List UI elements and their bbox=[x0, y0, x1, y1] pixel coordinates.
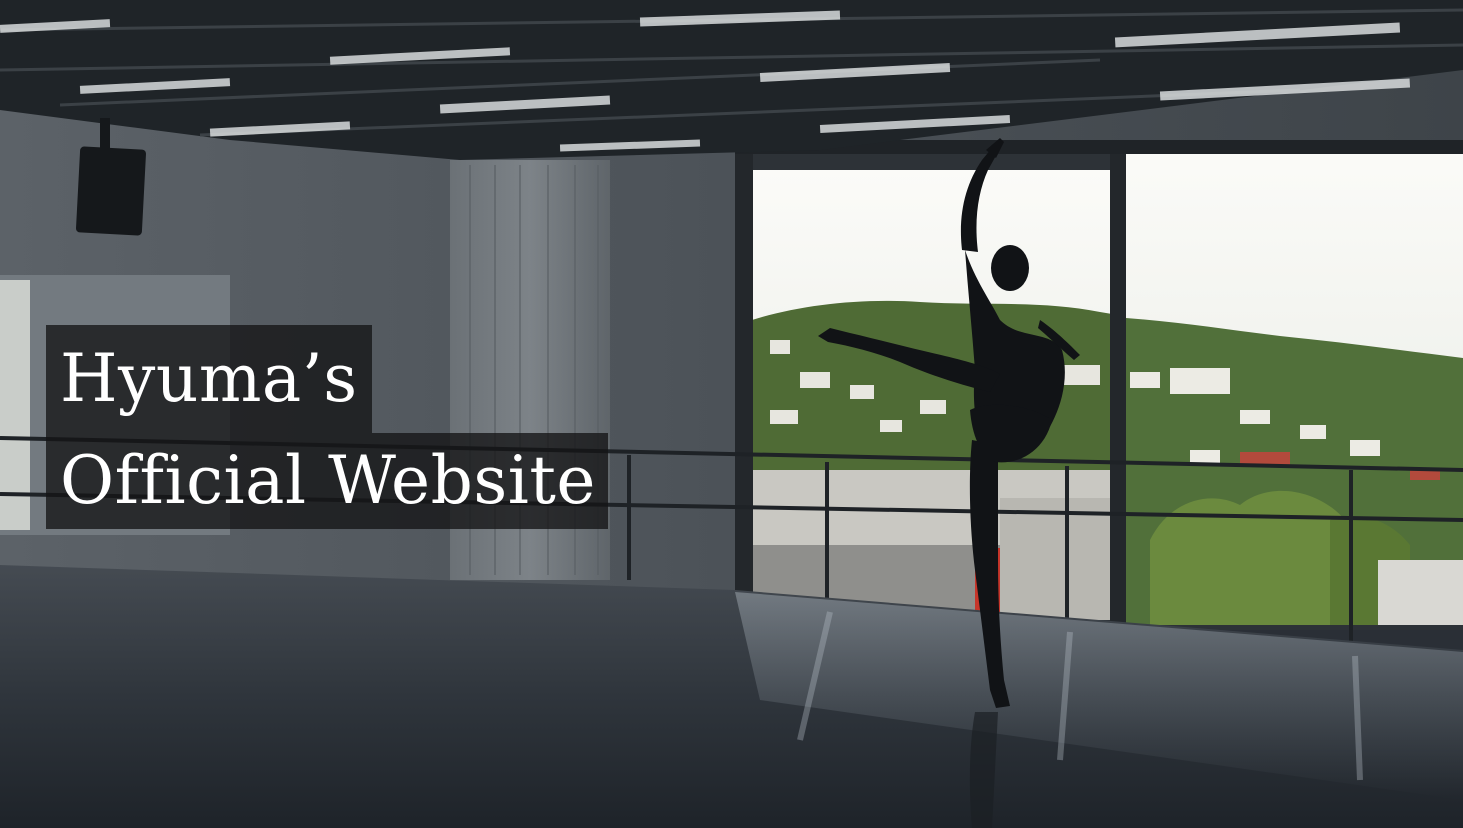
site-title: Hyuma’s Official Website bbox=[46, 325, 608, 529]
site-title-line-1: Hyuma’s bbox=[46, 325, 372, 433]
hero-banner: Hyuma’s Official Website bbox=[0, 0, 1463, 828]
site-title-line-2: Official Website bbox=[46, 433, 608, 529]
